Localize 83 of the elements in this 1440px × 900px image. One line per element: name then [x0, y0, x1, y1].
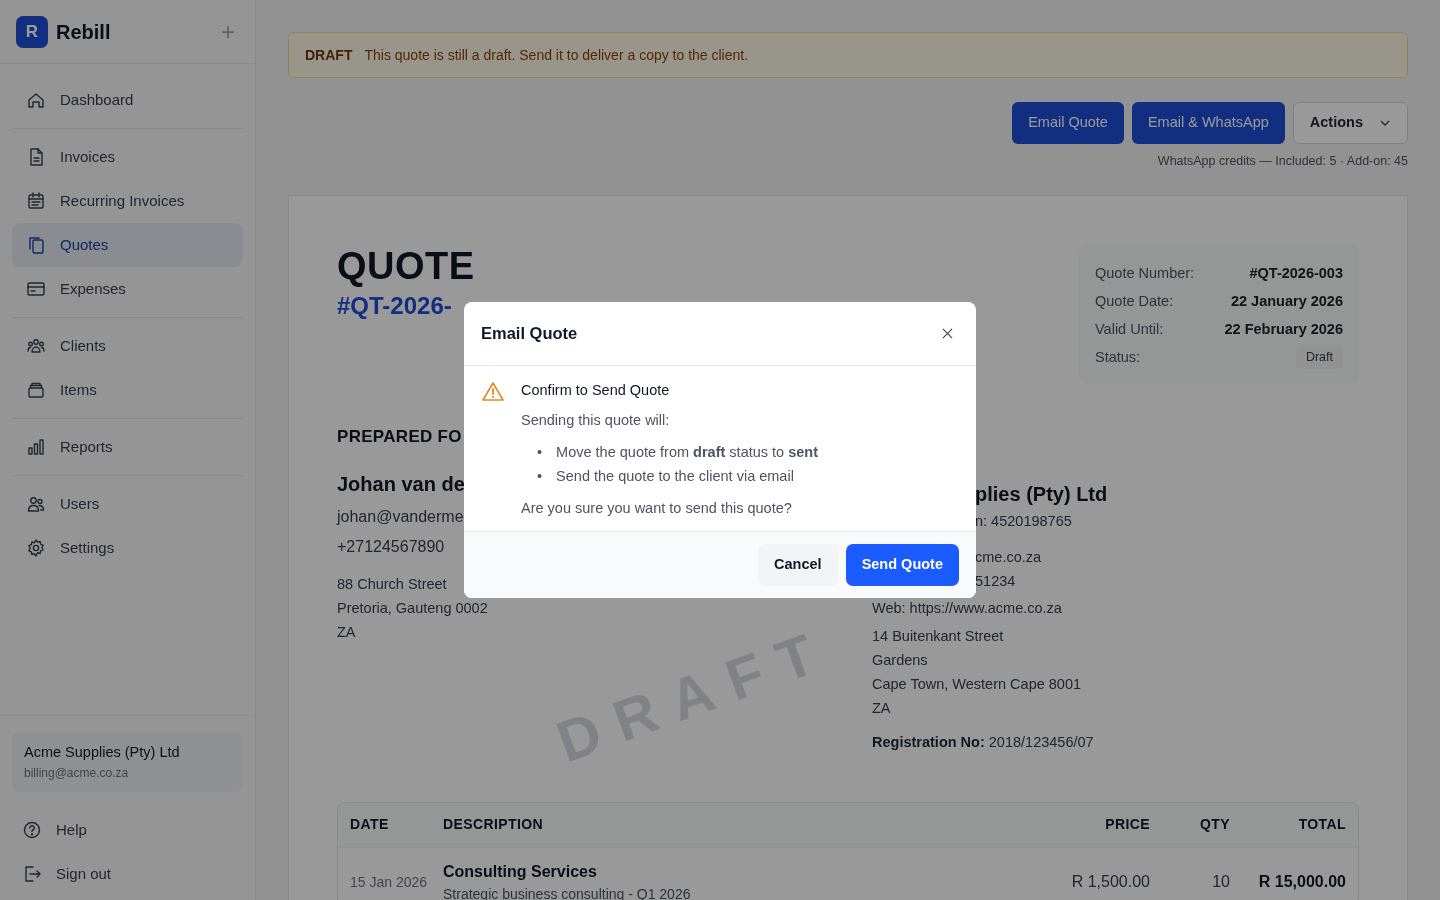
client-address: 88 Church Street: [337, 575, 447, 595]
bullet-item: Move the quote from draft status to sent: [556, 442, 819, 462]
registration-number: Registration No: 2018/123456/07: [872, 733, 1094, 750]
detail-value: 22 February 2026: [1224, 319, 1343, 339]
client-address: ZA: [337, 623, 356, 643]
help-icon: [22, 820, 42, 840]
bullet-item: Send the quote to the client via email: [556, 466, 794, 486]
sender-detail: Web: https://www.acme.co.za: [872, 599, 1062, 616]
dialog-question: Are you sure you want to send this quote?: [521, 498, 793, 518]
logo-icon: R: [16, 15, 48, 48]
column-header: QTY: [1199, 815, 1230, 834]
copy-icon: [26, 235, 46, 255]
sidebar-item[interactable]: Quotes: [12, 223, 243, 267]
sender-detail: n: 4520198765: [975, 511, 1072, 531]
client-name: Johan van de: [337, 472, 465, 498]
bullet-marker: •: [537, 442, 543, 462]
sender-address: Cape Town, Western Cape 8001: [872, 675, 1082, 692]
table-cell-text: R 1,500.00: [1070, 872, 1150, 892]
column-header: DATE: [349, 815, 390, 834]
detail-label: Quote Date:: [1095, 291, 1174, 311]
sender-detail: cme.co.za: [975, 547, 1042, 567]
card-icon: [26, 279, 46, 299]
sidebar-item[interactable]: Invoices: [12, 135, 243, 179]
column-header: DESCRIPTION: [443, 815, 545, 834]
sender-address: ZA: [872, 699, 891, 716]
people-icon: [26, 336, 46, 356]
account-name: Acme Supplies (Pty) Ltd: [24, 743, 181, 763]
sidebar-item[interactable]: Settings: [12, 526, 243, 570]
account-card[interactable]: Acme Supplies (Pty) Ltd billing@acme.co.za: [12, 732, 243, 792]
detail-value: #QT-2026-003: [1249, 263, 1343, 283]
sidebar-item[interactable]: Recurring Invoices: [12, 179, 243, 223]
column-header: PRICE: [1104, 815, 1150, 834]
client-contact: johan@vanderme: [337, 507, 464, 528]
bar-chart-icon: [26, 437, 46, 457]
sender-detail: 51234: [975, 571, 1016, 591]
sidebar-item[interactable]: Reports: [12, 425, 243, 469]
sidebar-item[interactable]: Sign out: [8, 852, 247, 896]
quote-number: #QT-2026-: [337, 290, 453, 321]
account-email: billing@acme.co.za: [24, 765, 130, 782]
item-title: Consulting Services: [443, 861, 598, 882]
table-cell-text: R 15,000.00: [1257, 872, 1347, 892]
sender-name: plies (Pty) Ltd: [975, 481, 1108, 507]
sender-address: 14 Buitenkant Street: [872, 627, 1004, 644]
sidebar-item[interactable]: Help: [8, 808, 247, 852]
sidebar-item[interactable]: Users: [12, 482, 243, 526]
alert-tag: DRAFT: [305, 44, 353, 66]
box-icon: [26, 380, 46, 400]
credits-text: WhatsApp credits — Included: 5 · Add-on: 45: [1156, 153, 1408, 170]
dialog-heading: Confirm to Send Quote: [521, 381, 671, 400]
status-badge: Draft: [1295, 346, 1343, 370]
detail-label: Valid Until:: [1095, 319, 1164, 339]
send-button[interactable]: Send Quote: [845, 544, 959, 587]
quote-title: QUOTE: [337, 245, 475, 288]
sidebar-item[interactable]: Clients: [12, 324, 243, 368]
action-button[interactable]: Email & WhatsApp: [1131, 102, 1285, 144]
settings-icon: [26, 538, 46, 558]
detail-label: Quote Number:: [1095, 263, 1195, 283]
users-icon: [26, 494, 46, 514]
alert-message: This quote is still a draft. Send it to deliver a copy to the client.: [364, 45, 749, 65]
cancel-button[interactable]: Cancel: [758, 544, 838, 587]
column-header: TOTAL: [1297, 815, 1347, 834]
actions-dropdown[interactable]: Actions: [1292, 102, 1408, 144]
sign-out-icon: [22, 864, 42, 884]
sidebar-item[interactable]: Items: [12, 368, 243, 412]
action-button[interactable]: Email Quote: [1012, 102, 1124, 144]
section-heading: PREPARED FO: [337, 425, 462, 448]
close-icon: [941, 328, 953, 339]
calendar-icon: [26, 191, 46, 211]
table-cell-text: 10: [1211, 872, 1230, 892]
client-contact: +27124567890: [337, 537, 445, 558]
dialog-text: Sending this quote will:: [521, 410, 671, 430]
home-icon: [26, 90, 46, 110]
detail-label: Status:: [1095, 347, 1141, 367]
dialog-title: Email Quote: [481, 323, 578, 345]
client-address: Pretoria, Gauteng 0002: [337, 599, 488, 619]
app-name: Rebill: [56, 19, 111, 45]
sender-address: Gardens: [872, 651, 928, 668]
sidebar-item[interactable]: Dashboard: [12, 78, 243, 122]
warning-icon: [481, 380, 505, 404]
table-cell-text: 15 Jan 2026: [349, 872, 429, 892]
detail-value: 22 January 2026: [1230, 291, 1343, 311]
sidebar-item[interactable]: Expenses: [12, 267, 243, 311]
bullet-marker: •: [537, 466, 543, 486]
